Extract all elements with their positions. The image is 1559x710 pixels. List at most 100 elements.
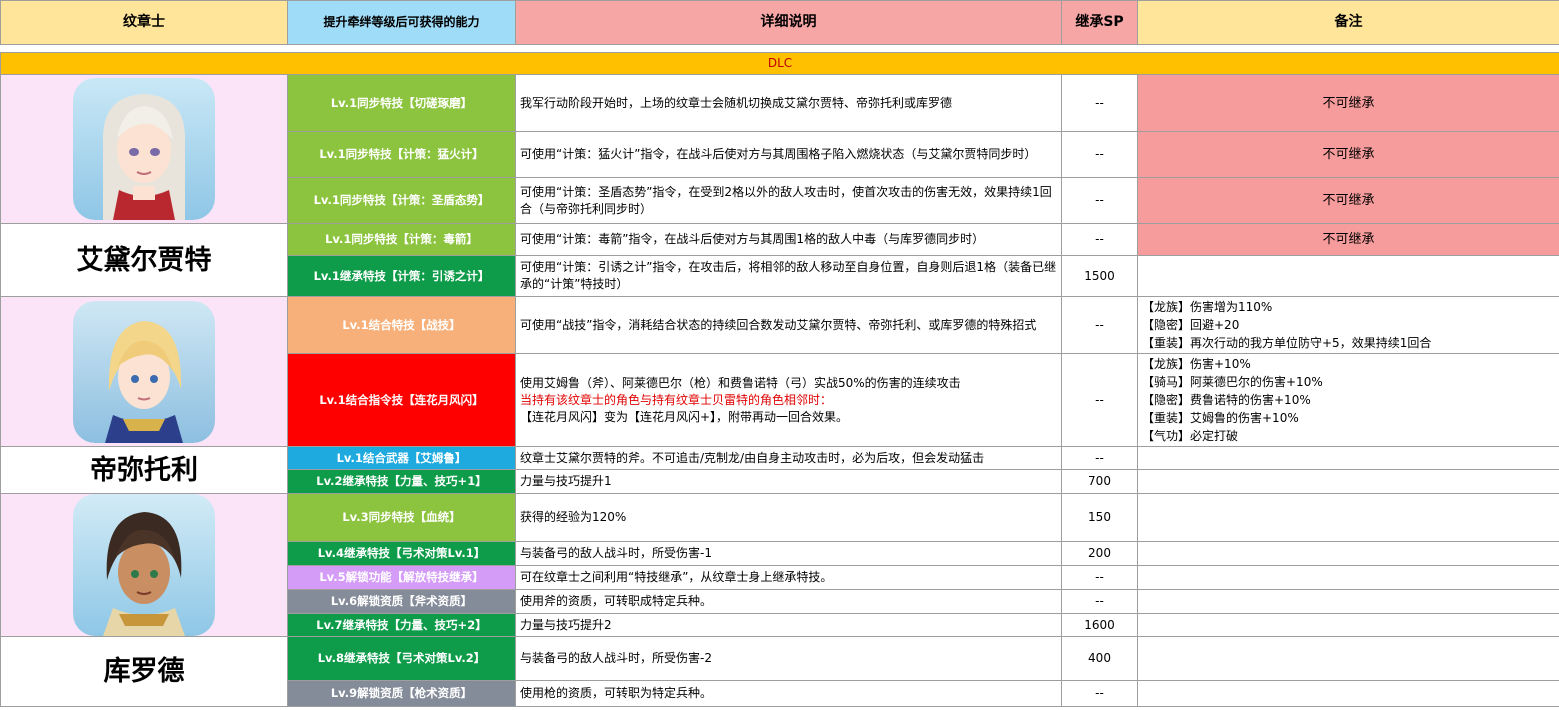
sp-cell: -- [1061,131,1138,178]
sp-cell: 1500 [1061,255,1138,297]
header-ability: 提升牵绊等级后可获得的能力 [287,0,516,45]
sp-cell: -- [1061,74,1138,132]
note-cell [1137,541,1559,566]
note-line: 【隐密】回避+20 [1142,318,1240,332]
note-cell: 不可继承 [1137,177,1559,224]
desc-line-highlight: 当持有该纹章士的角色与持有纹章士贝雷特的角色相邻时： [520,392,833,407]
ability-cell: Lv.3同步特技【血统】 [287,493,516,542]
desc-cell: 与装备弓的敌人战斗时，所受伤害-1 [515,541,1062,566]
desc-cell: 力量与技巧提升2 [515,613,1062,637]
desc-cell: 纹章士艾黛尔贾特的斧。不可追击/克制龙/由自身主动攻击时，必为后攻，但会发动猛击 [515,446,1062,470]
ability-cell: Lv.7继承特技【力量、技巧+2】 [287,613,516,637]
sp-cell: -- [1061,680,1138,707]
header-row: 纹章士 提升牵绊等级后可获得的能力 详细说明 继承SP 备注 [0,0,1559,45]
desc-cell: 可使用“战技”指令，消耗结合状态的持续回合数发动艾黛尔贾特、帝弥托利、或库罗德的… [515,296,1062,354]
ability-cell: Lv.8继承特技【弓术对策Lv.2】 [287,636,516,681]
character-name: 帝弥托利 [0,446,288,494]
ability-cell: Lv.6解锁资质【斧术资质】 [287,589,516,614]
desc-cell: 可在纹章士之间利用“特技继承”，从纹章士身上继承特技。 [515,565,1062,590]
desc-cell: 使用斧的资质，可转职成特定兵种。 [515,589,1062,614]
character-name: 库罗德 [0,636,288,707]
ability-cell: Lv.1结合特技【战技】 [287,296,516,354]
note-cell [1137,469,1559,494]
note-line: 【骑马】阿莱德巴尔的伤害+10% [1142,375,1323,389]
note-cell [1137,565,1559,590]
table-row: Lv.1结合特技【战技】 可使用“战技”指令，消耗结合状态的持续回合数发动艾黛尔… [0,296,1559,447]
note-cell [1137,680,1559,707]
sp-cell: 1600 [1061,613,1138,637]
sp-cell: 700 [1061,469,1138,494]
note-line: 【气功】必定打破 [1142,429,1239,443]
ability-cell: Lv.1同步特技【切磋琢磨】 [287,74,516,132]
sp-cell: -- [1061,223,1138,256]
claude-portrait-icon [73,494,215,636]
table-row: 帝弥托利 Lv.1结合武器【艾姆鲁】 纹章士艾黛尔贾特的斧。不可追击/克制龙/由… [0,446,1559,494]
desc-cell: 与装备弓的敌人战斗时，所受伤害-2 [515,636,1062,681]
ability-cell: Lv.1继承特技【计策：引诱之计】 [287,255,516,297]
character-name: 艾黛尔贾特 [0,223,288,297]
note-cell: 【龙族】伤害增为110% 【隐密】回避+20 【重装】再次行动的我方单位防守+5… [1137,296,1559,354]
sp-cell: 150 [1061,493,1138,542]
table-row: 库罗德 Lv.8继承特技【弓术对策Lv.2】 与装备弓的敌人战斗时，所受伤害-2… [0,636,1559,707]
header-note: 备注 [1137,0,1559,45]
ability-cell: Lv.1同步特技【计策：毒箭】 [287,223,516,256]
note-cell [1137,255,1559,297]
note-line: 【龙族】伤害+10% [1142,357,1251,371]
note-cell: 不可继承 [1137,74,1559,132]
desc-cell: 使用艾姆鲁（斧）、阿莱德巴尔（枪）和费鲁诺特（弓）实战50%的伤害的连续攻击 当… [515,353,1062,447]
ability-cell: Lv.1结合武器【艾姆鲁】 [287,446,516,470]
ability-cell: Lv.1同步特技【计策：圣盾态势】 [287,177,516,224]
ability-cell: Lv.5解锁功能【解放特技继承】 [287,565,516,590]
header-desc: 详细说明 [515,0,1062,45]
sp-cell: -- [1061,353,1138,447]
note-cell: 【龙族】伤害+10% 【骑马】阿莱德巴尔的伤害+10% 【隐密】费鲁诺特的伤害+… [1137,353,1559,447]
portrait-cell [0,74,288,224]
note-line: 【重装】艾姆鲁的伤害+10% [1142,411,1299,425]
sp-cell: -- [1061,296,1138,354]
table-row: Lv.3同步特技【血统】 获得的经验为120% 150 [0,493,1559,637]
desc-line: 使用艾姆鲁（斧）、阿莱德巴尔（枪）和费鲁诺特（弓）实战50%的伤害的连续攻击 [520,375,961,390]
note-cell [1137,589,1559,614]
note-line: 【重装】再次行动的我方单位防守+5，效果持续1回合 [1142,336,1432,350]
note-cell: 不可继承 [1137,223,1559,256]
dimitri-portrait-icon [73,300,215,443]
desc-cell: 可使用“计策：猛火计”指令，在战斗后使对方与其周围格子陷入燃烧状态（与艾黛尔贾特… [515,131,1062,178]
note-cell [1137,613,1559,637]
desc-cell: 我军行动阶段开始时，上场的纹章士会随机切换成艾黛尔贾特、帝弥托利或库罗德 [515,74,1062,132]
portrait-cell [0,493,288,637]
desc-cell: 获得的经验为120% [515,493,1062,542]
portrait-cell [0,296,288,447]
header-sp: 继承SP [1061,0,1138,45]
note-cell [1137,446,1559,470]
header-name: 纹章士 [0,0,288,45]
dlc-label: DLC [0,52,1559,75]
emblem-table: 纹章士 提升牵绊等级后可获得的能力 详细说明 继承SP 备注 DLC Lv.1同… [0,0,1559,707]
note-line: 【隐密】费鲁诺特的伤害+10% [1142,393,1311,407]
note-line: 【龙族】伤害增为110% [1142,300,1273,314]
sp-cell: -- [1061,565,1138,590]
ability-cell: Lv.2继承特技【力量、技巧+1】 [287,469,516,494]
ability-cell: Lv.4继承特技【弓术对策Lv.1】 [287,541,516,566]
sp-cell: 200 [1061,541,1138,566]
sp-cell: -- [1061,177,1138,224]
desc-cell: 可使用“计策：毒箭”指令，在战斗后使对方与其周围1格的敌人中毒（与库罗德同步时） [515,223,1062,256]
table-row: 艾黛尔贾特 Lv.1同步特技【计策：毒箭】 可使用“计策：毒箭”指令，在战斗后使… [0,223,1559,297]
spacer-row [0,44,1559,53]
desc-cell: 使用枪的资质，可转职为特定兵种。 [515,680,1062,707]
ability-cell: Lv.9解锁资质【枪术资质】 [287,680,516,707]
note-cell [1137,493,1559,542]
ability-cell: Lv.1同步特技【计策：猛火计】 [287,131,516,178]
sp-cell: 400 [1061,636,1138,681]
note-cell: 不可继承 [1137,131,1559,178]
desc-cell: 可使用“计策：引诱之计”指令，在攻击后，将相邻的敌人移动至自身位置，自身则后退1… [515,255,1062,297]
desc-cell: 力量与技巧提升1 [515,469,1062,494]
desc-line: 【连花月风闪】变为【连花月风闪+】，附带再动一回合效果。 [520,409,849,424]
desc-cell: 可使用“计策：圣盾态势”指令，在受到2格以外的敌人攻击时，使首次攻击的伤害无效，… [515,177,1062,224]
dlc-row: DLC [0,52,1559,75]
table-row: Lv.1同步特技【切磋琢磨】 我军行动阶段开始时，上场的纹章士会随机切换成艾黛尔… [0,74,1559,224]
edelgard-portrait-icon [73,78,215,220]
ability-cell: Lv.1结合指令技【连花月风闪】 [287,353,516,447]
note-cell [1137,636,1559,681]
spacer [0,44,1559,53]
sp-cell: -- [1061,589,1138,614]
